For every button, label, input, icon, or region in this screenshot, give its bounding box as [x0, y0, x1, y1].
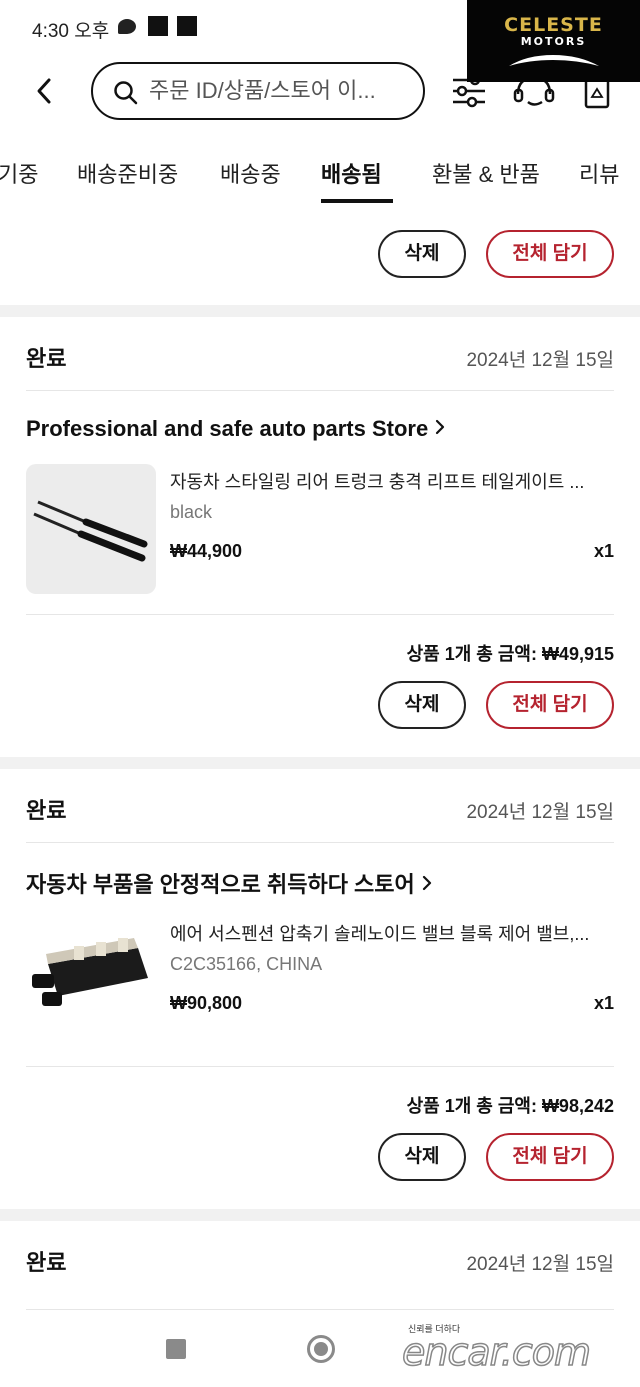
delete-button[interactable]: 삭제: [378, 1133, 466, 1181]
order-status-tabs: 기중 배송준비중 배송중 배송됨 환불 & 반품 리뷰: [0, 145, 640, 205]
home-button[interactable]: [307, 1335, 335, 1363]
product-option: C2C35166, CHINA: [170, 954, 323, 974]
order-status: 완료: [26, 1250, 67, 1275]
search-input[interactable]: [149, 76, 409, 106]
tab-pending[interactable]: 기중: [0, 157, 38, 189]
tab-preparing[interactable]: 배송준비중: [77, 157, 178, 189]
gas-strut-image: [33, 500, 148, 562]
order-total: 상품 1개 총 금액: ₩98,242: [406, 1096, 614, 1116]
product-title[interactable]: 자동차 스타일링 리어 트렁크 충격 리프트 테일게이트 ...: [170, 468, 614, 494]
store-link[interactable]: Professional and safe auto parts Store: [26, 416, 446, 442]
order-status: 완료: [26, 798, 67, 823]
tab-delivered[interactable]: 배송됨: [321, 157, 382, 189]
product-price: ₩44,900: [170, 541, 243, 561]
status-time: 4:30 오후: [32, 21, 110, 42]
chevron-right-icon: [422, 875, 431, 891]
order-total: 상품 1개 총 금액: ₩49,915: [406, 644, 614, 664]
store-name: 자동차 부품을 안정적으로 취득하다 스토어: [26, 872, 415, 897]
active-tab-indicator: [321, 199, 393, 203]
delete-button[interactable]: 삭제: [378, 681, 466, 729]
notification-icon: [177, 16, 197, 36]
divider: [26, 1066, 614, 1067]
store-link[interactable]: 자동차 부품을 안정적으로 취득하다 스토어: [26, 867, 433, 899]
search-box[interactable]: [91, 62, 425, 120]
product-option: black: [170, 502, 213, 522]
add-all-to-cart-button[interactable]: 전체 담기: [486, 681, 614, 729]
product-price: ₩90,800: [170, 993, 243, 1013]
divider: [26, 842, 614, 843]
product-thumbnail[interactable]: [26, 916, 156, 1046]
product-title[interactable]: 에어 서스펜션 압축기 솔레노이드 밸브 블록 제어 밸브,...: [170, 920, 614, 946]
car-logo-icon: [509, 55, 599, 66]
section-divider: [0, 757, 640, 769]
section-divider: [0, 1209, 640, 1221]
order-status: 완료: [26, 346, 67, 371]
chevron-right-icon: [436, 419, 445, 435]
add-all-to-cart-button[interactable]: 전체 담기: [486, 230, 614, 278]
tab-refund-return[interactable]: 환불 & 반품: [432, 157, 540, 189]
order-date: 2024년 12월 15일: [466, 1254, 614, 1275]
brand-sub: MOTORS: [520, 35, 587, 48]
solenoid-valve-image: [32, 938, 148, 1006]
watermark: encar.com: [401, 1329, 592, 1375]
divider: [26, 390, 614, 391]
product-quantity: x1: [593, 993, 614, 1013]
product-quantity: x1: [593, 541, 614, 561]
delete-button[interactable]: 삭제: [378, 230, 466, 278]
order-date: 2024년 12월 15일: [466, 802, 614, 823]
divider: [26, 1309, 614, 1310]
recent-apps-button[interactable]: [166, 1339, 186, 1359]
divider: [26, 614, 614, 615]
search-icon: [113, 80, 139, 111]
add-all-to-cart-button[interactable]: 전체 담기: [486, 1133, 614, 1181]
product-thumbnail[interactable]: [26, 464, 156, 594]
notification-icon: [148, 16, 168, 36]
chat-notification-icon: [118, 19, 136, 34]
back-button[interactable]: [28, 74, 62, 108]
order-date: 2024년 12월 15일: [466, 350, 614, 371]
section-divider: [0, 305, 640, 317]
tab-review[interactable]: 리뷰: [579, 157, 619, 189]
brand-logo: CELESTE MOTORS: [467, 0, 640, 82]
tab-shipping[interactable]: 배송중: [220, 157, 281, 189]
store-name: Professional and safe auto parts Store: [26, 416, 429, 441]
brand-name: CELESTE: [504, 14, 603, 36]
chevron-left-icon: [37, 78, 51, 104]
